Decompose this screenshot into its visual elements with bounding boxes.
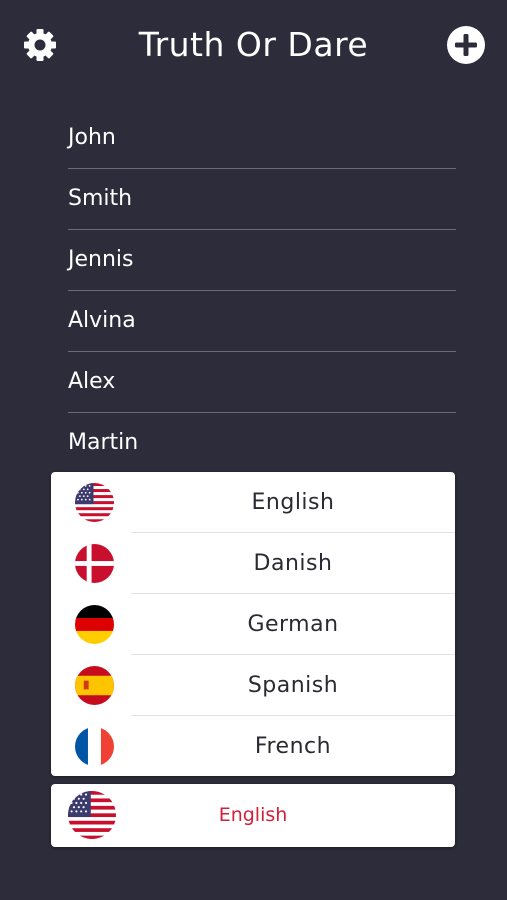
language-option-german[interactable]: German	[51, 594, 455, 655]
language-dropdown-menu: English Danish German Spanish French	[51, 472, 455, 776]
language-option-label: English	[251, 490, 335, 515]
us-flag-icon	[75, 483, 114, 522]
language-option-label: Spanish	[247, 673, 339, 698]
page-title: Truth Or Dare	[138, 25, 369, 64]
list-item[interactable]: John	[68, 108, 456, 169]
language-option-label: German	[247, 612, 339, 637]
language-option-label: Danish	[253, 551, 333, 576]
list-item[interactable]: Smith	[68, 169, 456, 230]
list-item[interactable]: Alvina	[68, 291, 456, 352]
language-option-french[interactable]: French	[51, 716, 455, 776]
list-item[interactable]: Alex	[68, 352, 456, 413]
language-option-english[interactable]: English	[51, 472, 455, 533]
language-option-danish[interactable]: Danish	[51, 533, 455, 594]
language-option-spanish[interactable]: Spanish	[51, 655, 455, 716]
list-item[interactable]: Martin	[68, 413, 456, 474]
denmark-flag-icon	[75, 544, 114, 583]
language-option-label: French	[254, 734, 332, 759]
plus-circle-icon[interactable]	[446, 25, 486, 65]
germany-flag-icon	[75, 605, 114, 644]
app-header: Truth Or Dare	[0, 0, 507, 90]
spain-flag-icon	[75, 666, 114, 705]
france-flag-icon	[75, 727, 114, 766]
player-list: John Smith Jennis Alvina Alex Martin	[68, 108, 456, 474]
language-select-button[interactable]: English	[51, 784, 455, 847]
list-item[interactable]: Jennis	[68, 230, 456, 291]
selected-language-label: English	[218, 804, 288, 826]
